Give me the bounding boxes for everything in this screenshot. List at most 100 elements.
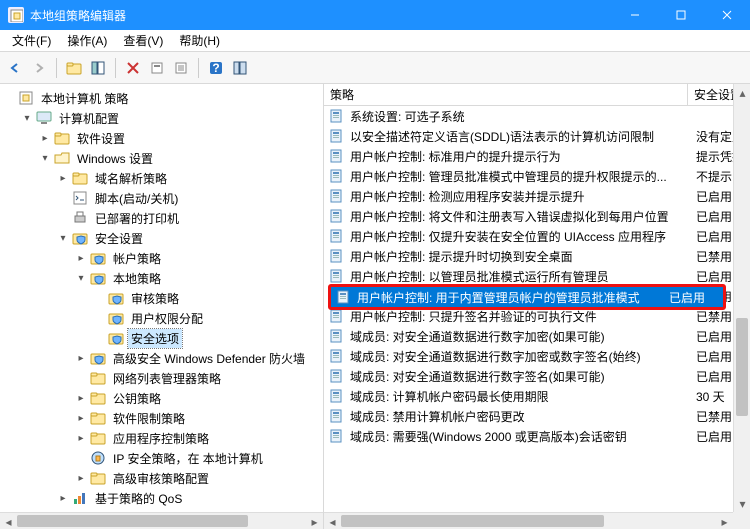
up-button[interactable] (63, 57, 85, 79)
maximize-button[interactable] (658, 0, 704, 30)
policy-row[interactable]: 域成员: 计算机帐户密码最长使用期限30 天 (324, 386, 750, 406)
list-vertical-scrollbar[interactable]: ▴ ▾ (733, 84, 750, 512)
tree-dns-policy[interactable]: ▸域名解析策略 (56, 168, 321, 188)
tree-security-options[interactable]: 安全选项 (92, 328, 321, 348)
policy-row[interactable]: 用户帐户控制: 提示提升时切换到安全桌面已禁用 (324, 246, 750, 266)
scroll-down-icon[interactable]: ▾ (734, 495, 750, 512)
tree-node-label: 安全设置 (92, 229, 146, 248)
list-horizontal-scrollbar[interactable]: ◂ ▸ (324, 512, 733, 529)
scroll-left-icon[interactable]: ◂ (324, 513, 341, 529)
policy-row[interactable]: 域成员: 对安全通道数据进行数字加密(如果可能)已启用 (324, 326, 750, 346)
show-hide-tree-button[interactable] (87, 57, 109, 79)
tree-node-label: 应用程序控制策略 (110, 429, 212, 448)
tree-audit-policy[interactable]: 审核策略 (92, 288, 321, 308)
scroll-left-icon[interactable]: ◂ (0, 513, 17, 529)
close-button[interactable] (704, 0, 750, 30)
tree-app-control[interactable]: ▸ 应用程序控制策略 (74, 428, 321, 448)
policy-icon (328, 347, 346, 365)
tree-node-label: 安全选项 (128, 329, 182, 348)
help-button[interactable]: ? (205, 57, 227, 79)
column-policy[interactable]: 策略 (324, 84, 688, 105)
tree-defender-firewall[interactable]: ▸高级安全 Windows Defender 防火墙 (74, 348, 321, 368)
tree-advanced-audit[interactable]: ▸ 高级审核策略配置 (74, 468, 321, 488)
folder-icon (90, 430, 106, 446)
policy-row[interactable]: 域成员: 禁用计算机帐户密码更改已禁用 (324, 406, 750, 426)
policy-icon (328, 127, 346, 145)
export-list-button[interactable] (170, 57, 192, 79)
back-button[interactable] (4, 57, 26, 79)
collapse-icon[interactable]: ▾ (40, 153, 50, 163)
policy-row[interactable]: 域成员: 对安全通道数据进行数字加密或数字签名(始终)已启用 (324, 346, 750, 366)
tree-qos[interactable]: ▸ 基于策略的 QoS (56, 488, 321, 508)
expand-icon[interactable]: ▸ (40, 133, 50, 143)
expand-icon[interactable]: ▸ (76, 253, 86, 263)
policy-icon (328, 227, 346, 245)
scroll-right-icon[interactable]: ▸ (306, 513, 323, 529)
shield-folder-icon (108, 330, 124, 346)
collapse-icon[interactable]: ▾ (22, 113, 32, 123)
tree-horizontal-scrollbar[interactable]: ◂ ▸ (0, 512, 323, 529)
policy-label: 域成员: 对安全通道数据进行数字加密或数字签名(始终) (346, 348, 692, 365)
expand-icon[interactable]: ▸ (58, 493, 68, 503)
tree-scripts[interactable]: 脚本(启动/关机) (56, 188, 321, 208)
expand-icon[interactable]: ▸ (76, 353, 86, 363)
tree-software-restriction[interactable]: ▸ 软件限制策略 (74, 408, 321, 428)
tree-account-policies[interactable]: ▸帐户策略 (74, 248, 321, 268)
minimize-button[interactable] (612, 0, 658, 30)
policy-row[interactable]: 系统设置: 可选子系统 (324, 106, 750, 126)
tree-user-rights[interactable]: 用户权限分配 (92, 308, 321, 328)
policy-label: 系统设置: 可选子系统 (346, 108, 692, 125)
policy-row[interactable]: 用户帐户控制: 用于内置管理员帐户的管理员批准模式已启用 (331, 287, 723, 307)
menu-view[interactable]: 查看(V) (115, 30, 171, 51)
policy-row[interactable]: 用户帐户控制: 将文件和注册表写入错误虚拟化到每用户位置已启用 (324, 206, 750, 226)
forward-button[interactable] (28, 57, 50, 79)
tree-security-settings[interactable]: ▾ 安全设置 (56, 228, 321, 248)
properties-button[interactable] (146, 57, 168, 79)
expand-icon[interactable]: ▸ (76, 413, 86, 423)
delete-button[interactable] (122, 57, 144, 79)
policy-row[interactable]: 用户帐户控制: 管理员批准模式中管理员的提升权限提示的...不提示, (324, 166, 750, 186)
collapse-icon[interactable]: ▾ (58, 233, 68, 243)
shield-folder-icon (72, 230, 88, 246)
expand-icon[interactable]: ▸ (76, 433, 86, 443)
policy-row[interactable]: 用户帐户控制: 检测应用程序安装并提示提升已启用 (324, 186, 750, 206)
tree-ipsec[interactable]: IP 安全策略，在 本地计算机 (74, 448, 321, 468)
tree-root[interactable]: 本地计算机 策略 (2, 88, 321, 108)
options-button[interactable] (229, 57, 251, 79)
policy-row[interactable]: 用户帐户控制: 仅提升安装在安全位置的 UIAccess 应用程序已启用 (324, 226, 750, 246)
tree-printers[interactable]: 已部署的打印机 (56, 208, 321, 228)
tree-windows-settings[interactable]: ▾Windows 设置 (38, 148, 321, 168)
list-pane: 策略 安全设置 系统设置: 可选子系统以安全描述符定义语言(SDDL)语法表示的… (324, 84, 750, 529)
scroll-right-icon[interactable]: ▸ (716, 513, 733, 529)
menu-help[interactable]: 帮助(H) (171, 30, 228, 51)
expand-icon[interactable]: ▸ (76, 473, 86, 483)
expand-icon[interactable]: ▸ (76, 393, 86, 403)
collapse-icon[interactable]: ▾ (76, 273, 86, 283)
folder-icon (90, 470, 106, 486)
tree-node-label: 基于策略的 QoS (92, 489, 185, 508)
policy-icon (328, 427, 346, 445)
list-header: 策略 安全设置 (324, 84, 750, 106)
tree-local-policies[interactable]: ▾本地策略 (74, 268, 321, 288)
policy-row[interactable]: 以安全描述符定义语言(SDDL)语法表示的计算机访问限制没有定义 (324, 126, 750, 146)
tree-node-label: 软件限制策略 (110, 409, 188, 428)
menu-action[interactable]: 操作(A) (59, 30, 115, 51)
expand-icon[interactable]: ▸ (58, 173, 68, 183)
policy-row[interactable]: 域成员: 对安全通道数据进行数字签名(如果可能)已启用 (324, 366, 750, 386)
tree-public-key[interactable]: ▸公钥策略 (74, 388, 321, 408)
root-icon (18, 90, 34, 106)
menu-file[interactable]: 文件(F) (4, 30, 59, 51)
scroll-up-icon[interactable]: ▴ (734, 84, 750, 101)
policy-row[interactable]: 用户帐户控制: 标准用户的提升提示行为提示凭据 (324, 146, 750, 166)
policy-row[interactable]: 用户帐户控制: 以管理员批准模式运行所有管理员已启用 (324, 266, 750, 286)
tree-software-settings[interactable]: ▸软件设置 (38, 128, 321, 148)
app-icon (8, 7, 24, 23)
policy-label: 用户帐户控制: 标准用户的提升提示行为 (346, 148, 692, 165)
tree-node-label: 脚本(启动/关机) (92, 189, 181, 208)
tree-node-label: 高级审核策略配置 (110, 469, 212, 488)
tree-network-list[interactable]: 网络列表管理器策略 (74, 368, 321, 388)
policy-label: 用户帐户控制: 管理员批准模式中管理员的提升权限提示的... (346, 168, 692, 185)
policy-row[interactable]: 域成员: 需要强(Windows 2000 或更高版本)会话密钥已启用 (324, 426, 750, 446)
tree-node-label: 用户权限分配 (128, 309, 206, 328)
tree-computer-config[interactable]: ▾计算机配置 (20, 108, 321, 128)
